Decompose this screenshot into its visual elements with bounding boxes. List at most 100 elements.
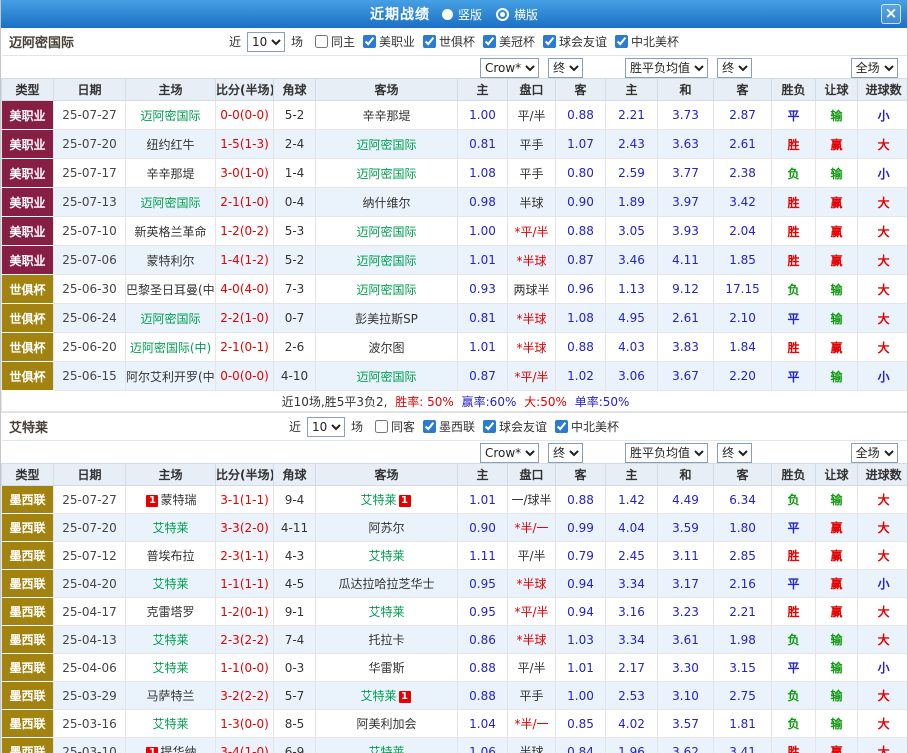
league-filter[interactable]: 美冠杯 [483,33,535,50]
team-name-text: 艾特莱 [360,689,396,703]
league-filter-checkbox[interactable] [543,35,556,48]
avg-away-odds: 2.38 [714,159,772,188]
league-filter-checkbox[interactable] [615,35,628,48]
venue-filter-label: 同客 [391,418,415,435]
team-name-text: 艾特莱 [152,577,188,591]
team-title: 迈阿密国际 [9,32,74,51]
handicap-result: 输 [816,362,858,391]
match-count-select[interactable]: 10 [247,32,285,52]
away-team: 托拉卡 [316,626,458,654]
team-name-text: 迈阿密国际 [356,370,416,384]
goals-result: 大 [858,217,908,246]
league-filter-checkbox[interactable] [363,35,376,48]
avg-home-odds: 2.21 [606,101,658,130]
avg-home-odds: 2.59 [606,159,658,188]
league-filter-checkbox[interactable] [423,420,436,433]
away-team: 阿苏尔 [316,514,458,542]
match-row: 世俱杯25-06-20迈阿密国际(中)2-1(0-1)2-6波尔图1.01*半球… [2,333,908,362]
handicap-line: 平/半 [508,542,556,570]
league-filter-checkbox[interactable] [483,35,496,48]
handicap-line: *半球 [508,570,556,598]
avg-odds-select[interactable]: 胜平负均值 [625,58,708,78]
col-goals: 进球数 [858,464,908,486]
venue-filter[interactable]: 同主 [315,33,355,50]
venue-filter[interactable]: 同客 [375,418,415,435]
section-atlas: 艾特莱 近 10 场 同客墨西联球会友谊中北美杯 [1,412,907,753]
home-handicap-odds: 1.00 [458,101,508,130]
col-handicap: 盘口 [508,464,556,486]
league-filter[interactable]: 世俱杯 [423,33,475,50]
away-team: 迈阿密国际 [316,130,458,159]
venue-filter-checkbox[interactable] [375,420,388,433]
match-count-select[interactable]: 10 [307,417,345,437]
league-filter[interactable]: 中北美杯 [555,418,619,435]
corner-score: 7-4 [274,626,316,654]
score: 3-3(2-0) [216,514,274,542]
avg-draw-odds: 3.59 [658,514,714,542]
layout-horizontal-radio[interactable]: 横版 [496,6,538,23]
avg-away-odds: 1.98 [714,626,772,654]
avg-away-odds: 2.61 [714,130,772,159]
games-label: 场 [351,418,363,435]
league-badge: 墨西联 [2,682,54,710]
league-badge: 美职业 [2,188,54,217]
match-row: 墨西联25-07-12普埃布拉2-3(1-1)4-3艾特莱1.11平/半0.79… [2,542,908,570]
league-filter[interactable]: 球会友谊 [483,418,547,435]
avg-home-odds: 3.05 [606,217,658,246]
team-name-text: 艾特莱 [368,745,404,753]
goals-result: 小 [858,654,908,682]
col-date: 日期 [54,464,126,486]
layout-vertical-radio[interactable]: 竖版 [442,6,482,23]
team-name-text: 阿美利加会 [356,717,416,731]
avg-away-odds: 1.81 [714,710,772,738]
handicap-line: *平/半 [508,362,556,391]
corner-score: 0-7 [274,304,316,333]
avg-time-select[interactable]: 终 [717,58,752,78]
score: 1-5(1-3) [216,130,274,159]
avg-away-odds: 6.34 [714,486,772,514]
home-handicap-odds: 0.88 [458,682,508,710]
team-title: 艾特莱 [9,417,48,436]
league-filter[interactable]: 美职业 [363,33,415,50]
avg-time-select[interactable]: 终 [717,443,752,463]
home-team: 克雷塔罗 [126,598,216,626]
bookmaker-select[interactable]: Crow* [480,58,539,78]
match-row: 墨西联25-07-271蒙特瑞3-1(1-1)9-4艾特莱11.01一/球半0.… [2,486,908,514]
venue-filter-checkbox[interactable] [315,35,328,48]
league-filter-checkbox[interactable] [555,420,568,433]
league-filter-checkbox[interactable] [423,35,436,48]
away-handicap-odds: 1.03 [556,626,606,654]
avg-draw-odds: 3.17 [658,570,714,598]
scope-select[interactable]: 全场 [851,443,898,463]
match-date: 25-04-20 [54,570,126,598]
league-filter[interactable]: 墨西联 [423,418,475,435]
league-filter-checkbox[interactable] [483,420,496,433]
team-name-text: 蒙特瑞 [160,493,196,507]
scope-select[interactable]: 全场 [851,58,898,78]
match-date: 25-07-27 [54,486,126,514]
league-filter[interactable]: 中北美杯 [615,33,679,50]
avg-draw-odds: 4.49 [658,486,714,514]
goals-result: 大 [858,246,908,275]
col-score: 比分(半场) [216,464,274,486]
team-name-text: 纽约红牛 [146,138,194,152]
avg-draw-odds: 3.73 [658,101,714,130]
odds-time-select[interactable]: 终 [548,58,583,78]
col-avg-home: 主 [606,79,658,101]
avg-odds-select[interactable]: 胜平负均值 [625,443,708,463]
handicap-line: 一/球半 [508,486,556,514]
league-filter[interactable]: 球会友谊 [543,33,607,50]
match-date: 25-03-29 [54,682,126,710]
handicap-result: 赢 [816,246,858,275]
title-bar: 近期战绩 竖版 横版 × [1,0,907,28]
bookmaker-select[interactable]: Crow* [480,443,539,463]
col-avg-draw: 和 [658,79,714,101]
avg-home-odds: 1.13 [606,275,658,304]
league-filters: 同主美职业世俱杯美冠杯球会友谊中北美杯 [307,33,679,50]
home-team: 马萨特兰 [126,682,216,710]
team-name-text: 迈阿密国际 [140,196,200,210]
score: 3-4(1-0) [216,738,274,753]
team-name-text: 华雷斯 [368,661,404,675]
odds-time-select[interactable]: 终 [548,443,583,463]
close-icon[interactable]: × [881,4,901,24]
